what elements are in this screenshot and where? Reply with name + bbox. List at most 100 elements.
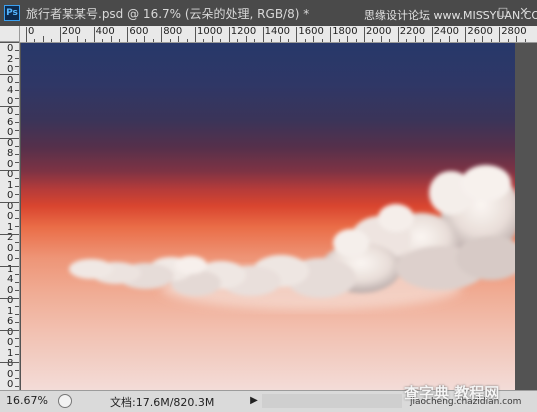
- ruler-origin[interactable]: [0, 26, 20, 42]
- ruler-left-label: 0: [7, 158, 14, 170]
- ruler-tick: [15, 322, 19, 323]
- ruler-left-label: 0: [7, 137, 14, 149]
- ruler-tick: [15, 154, 19, 155]
- status-info-icon[interactable]: [58, 394, 72, 408]
- ruler-major-tick: [161, 27, 163, 42]
- ruler-top-label: 2200: [399, 26, 426, 37]
- ruler-left-label: 0: [7, 211, 14, 222]
- ruler-minor-tick: [287, 39, 289, 42]
- ruler-minor-tick: [524, 39, 526, 42]
- ruler-tick: [15, 162, 19, 163]
- ruler-major-tick: [228, 27, 230, 42]
- ruler-minor-tick: [178, 36, 180, 42]
- document-title: 旅行者某某号.psd @ 16.7% (云朵的处理, RGB/8) *: [26, 7, 310, 21]
- ruler-tick: [15, 178, 19, 179]
- ruler-major-tick: [59, 27, 61, 42]
- ruler-minor-tick: [406, 39, 408, 42]
- zoom-level[interactable]: 16.67%: [6, 394, 48, 407]
- ruler-major-tick: [127, 27, 129, 42]
- ruler-tick: [15, 194, 19, 195]
- ruler-minor-tick: [372, 39, 374, 42]
- horizontal-scrollbar[interactable]: [262, 394, 402, 408]
- ruler-tick: [15, 58, 19, 59]
- vertical-ruler[interactable]: 020040060080010001200140016001800: [0, 42, 20, 390]
- close-button[interactable]: ✕: [516, 4, 532, 20]
- vertical-scrollbar[interactable]: [515, 43, 537, 390]
- ruler-top-label: 2000: [366, 26, 392, 37]
- status-menu-arrow-icon[interactable]: ▶: [247, 394, 261, 408]
- ruler-left-label: 1: [7, 305, 14, 317]
- ruler-minor-tick: [110, 36, 112, 42]
- ruler-major-tick: [499, 27, 501, 42]
- ruler-left-label: 8: [7, 358, 14, 369]
- ruler-tick: [15, 114, 19, 115]
- ruler-top-label: 1800: [332, 26, 358, 37]
- ruler-minor-tick: [203, 39, 205, 42]
- ruler-minor-tick: [338, 39, 340, 42]
- maximize-button[interactable]: □: [495, 4, 511, 20]
- ruler-major-tick: [93, 27, 95, 42]
- ruler-major-tick: [262, 27, 264, 42]
- ruler-major-tick: [296, 27, 298, 42]
- document-canvas[interactable]: [21, 43, 515, 390]
- ruler-tick: [15, 386, 19, 387]
- ruler-left-label: 0: [7, 95, 14, 107]
- ruler-minor-tick: [380, 36, 382, 42]
- ruler-left-label: 0: [7, 379, 14, 390]
- ruler-tick: [15, 130, 19, 131]
- ruler-left-label: 1: [7, 347, 14, 359]
- ruler-left-label: 0: [7, 169, 14, 180]
- ruler-major-tick: [364, 27, 365, 42]
- document-size-info: 文档:17.6M/820.3M: [110, 396, 215, 409]
- ruler-minor-tick: [186, 39, 188, 42]
- ruler-tick: [15, 122, 19, 123]
- ruler-top-label: 200: [61, 26, 81, 37]
- ruler-left-label: 0: [7, 242, 14, 254]
- ruler-minor-tick: [304, 39, 306, 42]
- ruler-minor-tick: [152, 39, 154, 42]
- ruler-minor-tick: [389, 39, 391, 42]
- ruler-minor-tick: [34, 39, 36, 42]
- ruler-major-tick: [465, 27, 467, 42]
- ruler-minor-tick: [456, 39, 458, 42]
- ruler-left-label: 0: [7, 326, 14, 338]
- ruler-minor-tick: [423, 39, 425, 42]
- ruler-top-label: 2600: [467, 26, 493, 37]
- ruler-minor-tick: [102, 39, 104, 42]
- ruler-left-label: 0: [7, 43, 14, 54]
- ruler-minor-tick: [473, 39, 475, 42]
- ruler-left-label: 2: [7, 53, 14, 65]
- ruler-tick: [0, 330, 19, 331]
- ruler-top-label: 2800: [501, 26, 527, 37]
- ruler-left-label: 0: [7, 190, 14, 201]
- ruler-minor-tick: [507, 39, 509, 42]
- ruler-minor-tick: [211, 36, 213, 42]
- site-watermark-top: 思缘设计论坛 www.MISSYUAN.COM: [364, 9, 537, 22]
- photoshop-document-window: Ps 旅行者某某号.psd @ 16.7% (云朵的处理, RGB/8) * 思…: [0, 0, 537, 412]
- ruler-minor-tick: [76, 36, 78, 42]
- ruler-tick: [15, 354, 19, 355]
- ruler-tick: [15, 370, 19, 371]
- ruler-minor-tick: [482, 36, 484, 42]
- ruler-minor-tick: [245, 36, 247, 42]
- ruler-tick: [15, 210, 19, 211]
- ruler-left-label: 4: [7, 85, 14, 96]
- ruler-top-label: 1200: [230, 26, 257, 37]
- ruler-minor-tick: [220, 39, 222, 42]
- ruler-tick: [0, 42, 19, 43]
- title-bar[interactable]: Ps 旅行者某某号.psd @ 16.7% (云朵的处理, RGB/8) * 思…: [0, 0, 537, 27]
- ruler-minor-tick: [313, 36, 315, 42]
- ruler-left-label: 4: [7, 274, 14, 285]
- ruler-top-label: 1600: [298, 26, 324, 37]
- ruler-tick: [15, 290, 19, 291]
- ruler-tick: [15, 82, 19, 83]
- ruler-tick: [15, 242, 19, 243]
- ruler-minor-tick: [448, 36, 450, 42]
- ruler-tick: [15, 98, 19, 99]
- ruler-minor-tick: [68, 39, 70, 42]
- ruler-left-label: 0: [7, 74, 14, 86]
- ruler-tick: [15, 378, 19, 379]
- ruler-tick: [0, 74, 19, 75]
- horizontal-ruler[interactable]: 0 200 400 600 800 1000 1200 1400 1600 1800 2000 220…: [20, 26, 537, 43]
- minimize-button[interactable]: –: [474, 4, 490, 20]
